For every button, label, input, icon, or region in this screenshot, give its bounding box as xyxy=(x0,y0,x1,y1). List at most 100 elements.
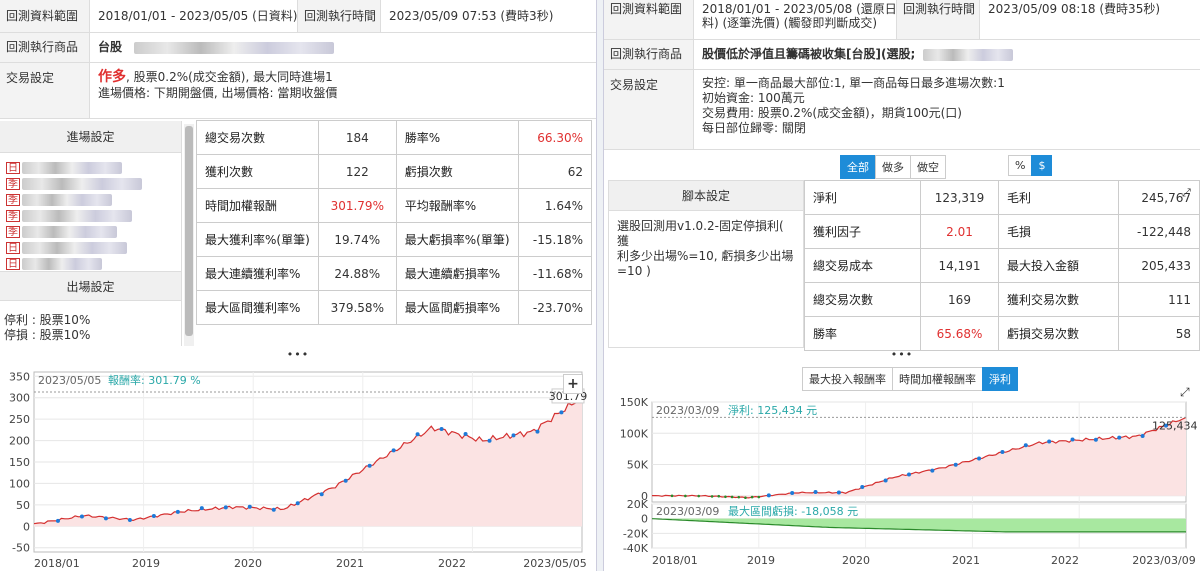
zoom-plus-button[interactable]: + xyxy=(563,374,583,394)
data-point xyxy=(535,429,540,434)
stat-value: 24.88% xyxy=(318,256,397,291)
data-point xyxy=(813,490,818,495)
unit-toggle: % $ xyxy=(1008,155,1053,176)
stat-label: 最大區間虧損率% xyxy=(396,290,519,325)
data-point xyxy=(1140,433,1145,438)
stat-label: 虧損次數 xyxy=(396,154,519,189)
range-value-1: 2018/01/01 - 2023/05/08 (還原日資 xyxy=(702,2,909,16)
x-tick-label: 2023/05/05 xyxy=(523,557,586,570)
filter-all-button[interactable]: 全部 xyxy=(840,155,876,179)
stats-row: 最大區間獲利率% 379.58% 最大區間虧損率% -23.70% xyxy=(196,290,593,325)
stat-label: 總交易成本 xyxy=(804,248,921,283)
stat-value: -11.68% xyxy=(518,256,593,291)
trade-line: 安控: 單一商品最大部位:1, 單一商品每日最多進場次數:1 xyxy=(702,76,1005,90)
y-tick-label: 250 xyxy=(9,413,30,426)
y-tick-label: 150K xyxy=(620,398,649,409)
stat-label: 最大投入金額 xyxy=(998,248,1119,283)
product-row: 回測執行商品 股價低於淨值且籌碼被收集[台股](選股; xyxy=(604,40,1200,70)
y-tick-label: 50 xyxy=(16,499,30,512)
stat-label: 虧損交易次數 xyxy=(998,316,1119,351)
stats-row: 時間加權報酬 301.79% 平均報酬率% 1.64% xyxy=(196,188,593,223)
pane-divider[interactable] xyxy=(596,0,604,571)
product-value: 台股 xyxy=(98,40,123,54)
settings-scrollbar[interactable] xyxy=(184,124,194,346)
stats-row: 最大獲利率%(單筆) 19.74% 最大虧損率%(單筆) -15.18% xyxy=(196,222,593,257)
end-value-label: 125,434 xyxy=(1152,419,1198,432)
condition-tag: 季 xyxy=(6,178,20,190)
entry-conditions: 日 季 季 季 季 日 日 xyxy=(0,153,181,271)
data-point xyxy=(127,518,132,523)
y-tick-label: 100K xyxy=(620,427,649,440)
redacted-product xyxy=(923,48,1014,61)
expand-icon[interactable]: ⤢ xyxy=(1182,186,1191,200)
stat-label: 毛損 xyxy=(998,214,1119,249)
exec-time-value: 2023/05/09 07:53 (費時3秒) xyxy=(389,9,554,23)
y-tick-label: -20K xyxy=(623,527,649,540)
y-tick-label: 150 xyxy=(9,456,30,469)
trade-line-2: 進場價格: 下期開盤價, 出場價格: 當期收盤價 xyxy=(98,86,338,100)
trade-line: 每日部位歸零: 關閉 xyxy=(702,121,806,135)
stat-label: 最大連續虧損率% xyxy=(396,256,519,291)
y-tick-label: 200 xyxy=(9,435,30,448)
tab-time-weighted-return[interactable]: 時間加權報酬率 xyxy=(892,367,983,391)
exit-line: 停損 : 股票10% xyxy=(4,328,91,342)
negative-point xyxy=(744,496,747,500)
stat-label: 獲利交易次數 xyxy=(998,282,1119,317)
stat-label: 勝率 xyxy=(804,316,921,351)
left-stats-table: 總交易次數 184 勝率% 66.30% 獲利次數 122 虧損次數 62 時間加權報酬 301.… xyxy=(196,120,593,325)
tab-net-profit[interactable]: 淨利 xyxy=(982,367,1018,391)
condition-tag: 季 xyxy=(6,226,20,238)
trade-direction: 作多 xyxy=(98,69,126,85)
negative-point xyxy=(670,494,674,498)
resize-handle[interactable]: ••• xyxy=(604,349,1200,360)
drawdown-label: 最大區間虧損: -18,058 元 xyxy=(728,504,858,518)
stat-value: 14,191 xyxy=(920,248,999,283)
scrollbar-thumb[interactable] xyxy=(185,126,193,336)
y-tick-label: -40K xyxy=(623,542,649,555)
condition-tag: 日 xyxy=(6,162,20,174)
data-point xyxy=(930,468,935,473)
negative-point xyxy=(724,495,727,499)
direction-filter: 全部 做多 做空 xyxy=(840,155,946,179)
resize-handle[interactable]: ••• xyxy=(0,349,596,360)
stats-row: 總交易成本 14,191 最大投入金額 205,433 xyxy=(804,248,1200,283)
chart-metric: 報酬率: 301.79 % xyxy=(108,373,201,387)
filter-long-button[interactable]: 做多 xyxy=(875,155,911,179)
x-tick-label: 2018/01 xyxy=(34,557,80,570)
entry-header: 進場設定 xyxy=(0,121,181,153)
x-tick-label: 2023/03/09 xyxy=(1132,554,1195,567)
script-settings: 腳本設定 選股回測用v1.0.2-固定停損利( 獲 利多少出場%=10, 虧損多… xyxy=(608,180,804,348)
stat-value: 169 xyxy=(920,282,999,317)
trade-settings-row: 交易設定 作多, 股票0.2%(成交金額), 最大同時進場1 進場價格: 下期開… xyxy=(0,63,596,119)
unit-dollar-button[interactable]: $ xyxy=(1031,155,1053,176)
stat-value: 19.74% xyxy=(318,222,397,257)
stat-value: 65.68% xyxy=(920,316,999,351)
trade-settings-row: 交易設定 安控: 單一商品最大部位:1, 單一商品每日最多進場次數:1 初始資金… xyxy=(604,70,1200,150)
data-point xyxy=(511,433,516,438)
chart-date: 2023/05/05 xyxy=(38,374,101,387)
data-point xyxy=(559,410,564,415)
filter-short-button[interactable]: 做空 xyxy=(910,155,946,179)
unit-percent-button[interactable]: % xyxy=(1008,155,1033,176)
stat-value: 379.58% xyxy=(318,290,397,325)
range-label: 回測資料範圍 xyxy=(604,0,694,39)
stat-label: 總交易次數 xyxy=(804,282,921,317)
data-point xyxy=(295,501,300,506)
tab-max-invest-return[interactable]: 最大投入報酬率 xyxy=(802,367,893,391)
trade-line: 初始資金: 100萬元 xyxy=(702,91,805,105)
trade-line: 交易費用: 股票0.2%(成交金額)，期貨100元(口) xyxy=(702,106,962,120)
x-tick-label: 2022 xyxy=(438,557,466,570)
x-tick-label: 2020 xyxy=(842,554,870,567)
data-point xyxy=(836,490,841,495)
negative-point xyxy=(757,495,761,499)
trade-label: 交易設定 xyxy=(604,70,694,149)
data-point xyxy=(1117,435,1122,440)
stats-row: 淨利 123,319 毛利 245,767 xyxy=(804,180,1200,215)
range-row: 回測資料範圍 2018/01/01 - 2023/05/08 (還原日資 料) … xyxy=(604,0,1200,40)
data-point xyxy=(55,518,60,523)
chart-metric: 淨利: 125,434 元 xyxy=(728,404,817,417)
script-text: =10 ) xyxy=(617,264,651,278)
y-tick-label: 0 xyxy=(23,520,30,533)
negative-point xyxy=(717,494,721,498)
exec-time-label: 回測執行時間 xyxy=(896,0,980,39)
